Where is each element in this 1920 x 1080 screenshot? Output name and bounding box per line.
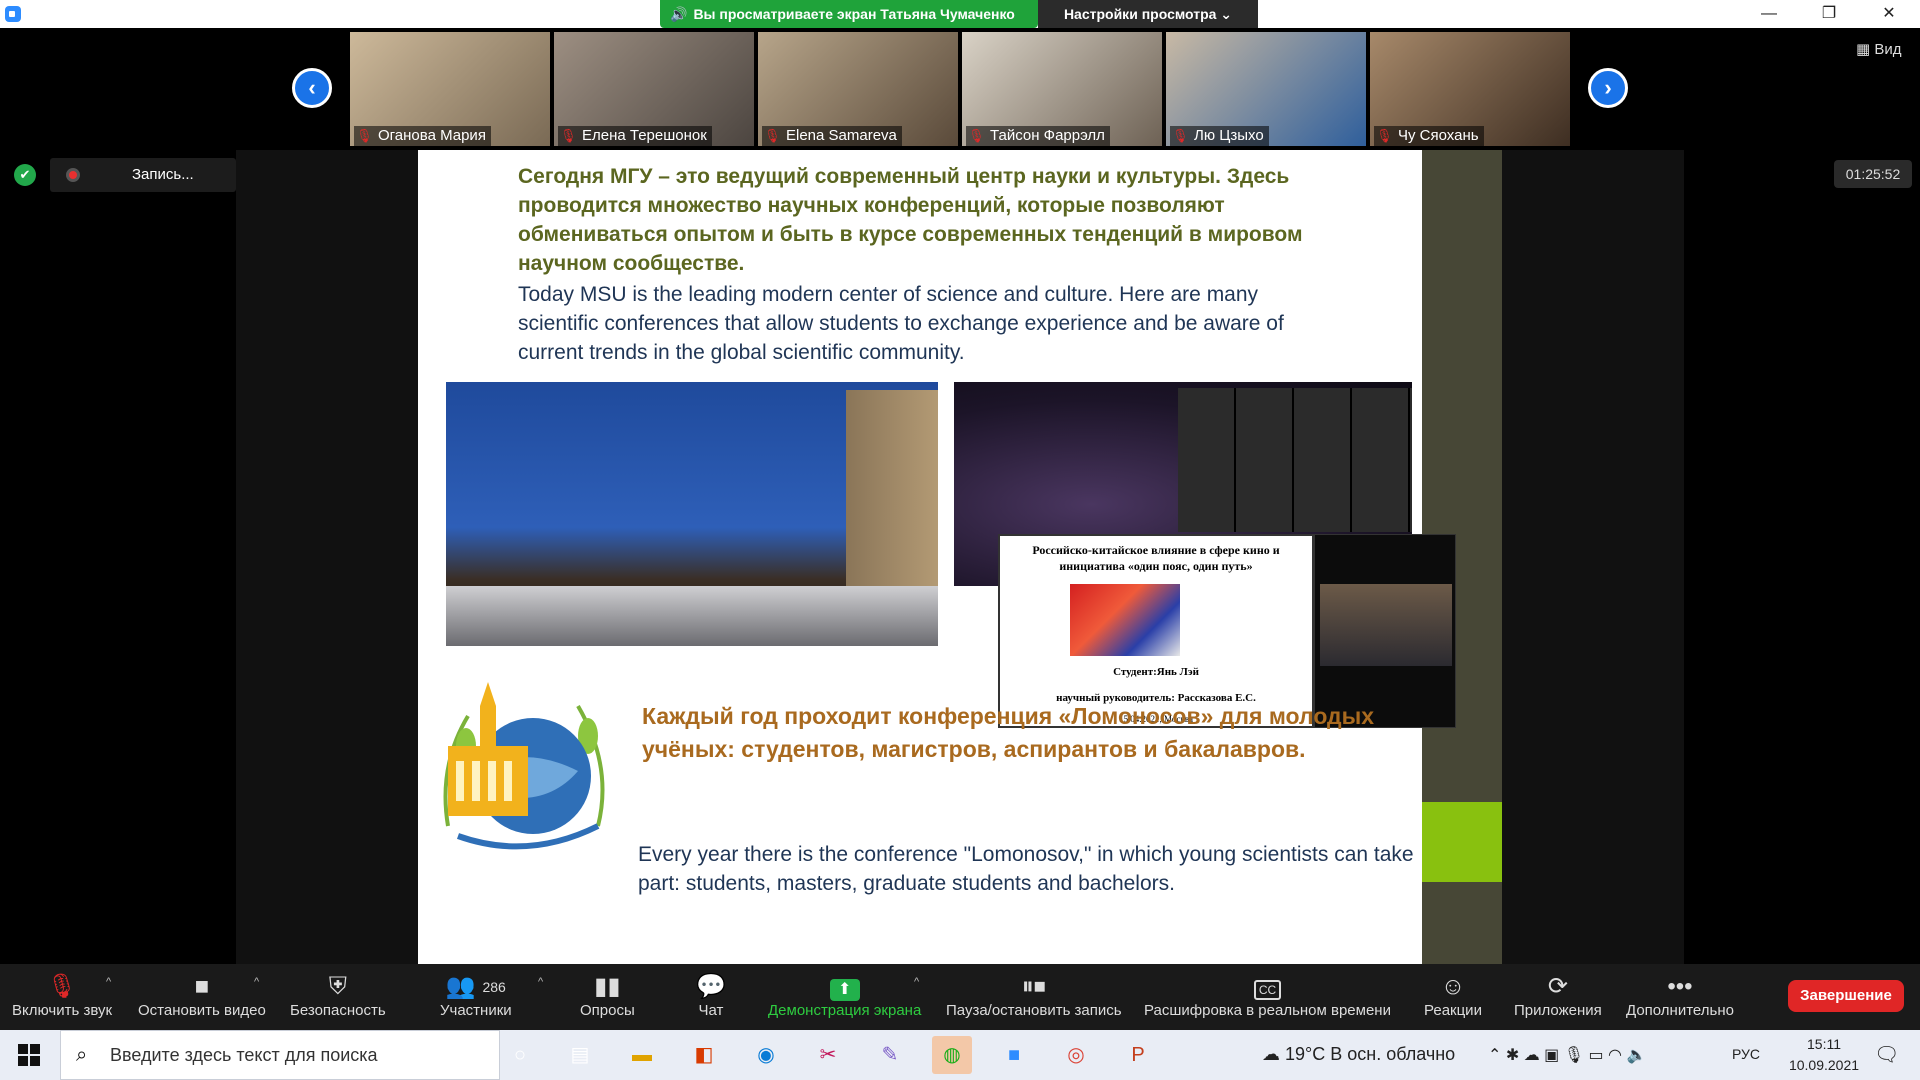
participants-count: 286 (482, 979, 506, 995)
chat-button[interactable]: 💬 Чат (696, 972, 726, 1019)
slide-en-paragraph-2: Every year there is the conference "Lomo… (638, 843, 1414, 895)
flags-image (1070, 584, 1180, 656)
lomonosov-logo (443, 682, 605, 850)
clock-date: 10.09.2021 (1788, 1057, 1860, 1073)
speaker-thumbnail (1320, 584, 1452, 666)
end-meeting-button[interactable]: Завершение (1788, 980, 1904, 1012)
participant-name: 🎙 Оганова Мария (354, 126, 491, 146)
close-button[interactable]: ✕ (1866, 0, 1912, 28)
muted-mic-icon: 🎙 (356, 128, 373, 143)
search-icon: ⌕ (76, 1044, 88, 1066)
chrome-icon[interactable]: ◎ (1056, 1036, 1096, 1074)
apps-icon: ⟳ (1547, 973, 1568, 1000)
meeting-timer: 01:25:52 (1834, 160, 1912, 188)
participant-name: 🎙 Елена Терешонок (558, 126, 712, 146)
muted-mic-icon: 🎙 (764, 128, 781, 143)
notifications-icon[interactable]: 🗨 (1874, 1042, 1899, 1067)
share-banner-text: Вы просматриваете экран Татьяна Чумаченк… (693, 6, 1015, 22)
participant-tile[interactable]: 🎙 Оганова Мария (350, 32, 550, 146)
participant-name: 🎙 Лю Цзыхо (1170, 126, 1269, 146)
live-transcript-button[interactable]: CC Расшифровка в реальном времени (1144, 972, 1391, 1019)
muted-mic-icon: 🎙 (968, 128, 985, 143)
participants-button[interactable]: 👥 286 Участники (440, 972, 512, 1019)
clock-time: 15:11 (1807, 1036, 1841, 1052)
view-settings-button[interactable]: Настройки просмотра ⌄ (1038, 0, 1258, 28)
unmute-button[interactable]: 🎙 Включить звук (12, 972, 112, 1019)
task-view-icon[interactable]: ▤ (560, 1036, 600, 1074)
snipping-tool-icon[interactable]: ✂ (808, 1036, 848, 1074)
powerpoint-icon[interactable]: P (1118, 1036, 1158, 1074)
chat-bubble-icon: 💬 (696, 973, 726, 1000)
security-button[interactable]: ⛨ Безопасность (290, 972, 386, 1019)
slide-en-paragraph-1: Today MSU is the leading modern center o… (518, 283, 1284, 364)
polls-button[interactable]: ▮▮ Опросы (580, 972, 635, 1019)
stop-video-button[interactable]: ■ Остановить видео (138, 972, 266, 1019)
speaker-icon: 🔊 (670, 5, 688, 22)
record-dot-icon (66, 168, 80, 182)
system-tray-icons[interactable]: ⌃ ✱ ☁ ▣ 🎙 ▭ ◠ 🔈 (1488, 1045, 1646, 1065)
participants-icon: 👥 286 (445, 973, 506, 1000)
minimize-button[interactable]: — (1746, 0, 1792, 28)
next-page-button[interactable]: › (1588, 68, 1628, 108)
office-icon[interactable]: ◧ (684, 1036, 724, 1074)
file-explorer-icon[interactable]: ▬ (622, 1036, 662, 1074)
participant-tile[interactable]: 🎙 Тайсон Фаррэлл (962, 32, 1162, 146)
muted-mic-icon: 🎙 (1376, 128, 1393, 143)
bar-chart-icon: ▮▮ (594, 973, 621, 1000)
audio-options-caret[interactable]: ^ (106, 976, 111, 988)
recording-label: Запись... (132, 166, 194, 183)
zoom-taskbar-icon[interactable]: ■ (994, 1036, 1034, 1074)
weather-widget[interactable]: ☁ 19°C В осн. облачно (1262, 1044, 1455, 1065)
slide-accent-block (1422, 802, 1502, 882)
closed-captions-icon: CC (1144, 972, 1391, 1002)
cloud-icon: ☁ (1262, 1044, 1286, 1064)
participant-tile[interactable]: 🎙 Елена Терешонок (554, 32, 754, 146)
zoom-app-icon (5, 6, 21, 22)
participants-options-caret[interactable]: ^ (538, 976, 543, 988)
participant-name: 🎙 Чу Сяохань (1374, 126, 1484, 146)
muted-mic-icon: 🎙 (1172, 128, 1189, 143)
cortana-icon[interactable]: ○ (500, 1036, 540, 1074)
pause-stop-recording-button[interactable]: ⏸⏹ Пауза/остановить запись (946, 972, 1122, 1019)
video-options-caret[interactable]: ^ (254, 976, 259, 988)
participant-tile[interactable]: 🎙 Лю Цзыхо (1166, 32, 1366, 146)
inset-title: Российско-китайское влияние в сфере кино… (1032, 543, 1280, 573)
edge-icon[interactable]: ◉ (746, 1036, 786, 1074)
input-language[interactable]: РУС (1732, 1046, 1760, 1062)
video-camera-icon: ■ (194, 973, 210, 1000)
apps-button[interactable]: ⟳ Приложения (1514, 972, 1602, 1019)
muted-mic-icon: 🎙 (560, 128, 577, 143)
share-screen-icon: ⬆ (768, 972, 921, 1002)
participant-name: 🎙 Elena Samareva (762, 126, 902, 146)
slide-ru-paragraph-1: Сегодня МГУ – это ведущий современный це… (518, 165, 1303, 275)
restore-button[interactable]: ❐ (1806, 0, 1852, 28)
taskbar-clock[interactable]: 15:11 10.09.2021 (1782, 1034, 1866, 1076)
video-grid-thumbnails (1178, 388, 1412, 532)
shield-icon: ⛨ (328, 973, 347, 1000)
share-options-caret[interactable]: ^ (914, 976, 919, 988)
wechat-icon[interactable]: ◍ (932, 1036, 972, 1074)
more-button[interactable]: ••• Дополнительно (1626, 972, 1734, 1019)
security-shield-icon: ✔ (14, 164, 36, 186)
muted-microphone-icon: 🎙 (46, 973, 78, 1000)
prev-page-button[interactable]: ‹ (292, 68, 332, 108)
participant-name: 🎙 Тайсон Фаррэлл (966, 126, 1110, 146)
view-layout-button[interactable]: ▦ Вид (1856, 40, 1901, 58)
conference-photo-table (446, 586, 938, 646)
reactions-button[interactable]: ☺ Реакции (1424, 972, 1482, 1019)
share-screen-button[interactable]: ⬆ Демонстрация экрана (768, 972, 921, 1019)
participant-strip (0, 28, 1920, 148)
smiley-icon: ☺ (1440, 973, 1466, 1000)
window-title: Zoom Конференция (26, 6, 165, 23)
slide-ru-paragraph-2: Каждый год проходит конференция «Ломонос… (642, 703, 1375, 762)
pause-stop-icon: ⏸⏹ (1021, 973, 1046, 1000)
screen-share-banner: 🔊 Вы просматриваете экран Татьяна Чумачен… (660, 0, 1038, 28)
more-dots-icon: ••• (1667, 973, 1693, 1000)
participant-tile[interactable]: 🎙 Elena Samareva (758, 32, 958, 146)
inset-student: Студент:Янь Лэй (1113, 666, 1199, 678)
taskbar-search-placeholder: Введите здесь текст для поиска (110, 1045, 378, 1065)
participant-tile[interactable]: 🎙 Чу Сяохань (1370, 32, 1570, 146)
windows-start-icon[interactable] (18, 1044, 40, 1066)
pen-app-icon[interactable]: ✎ (870, 1036, 910, 1074)
